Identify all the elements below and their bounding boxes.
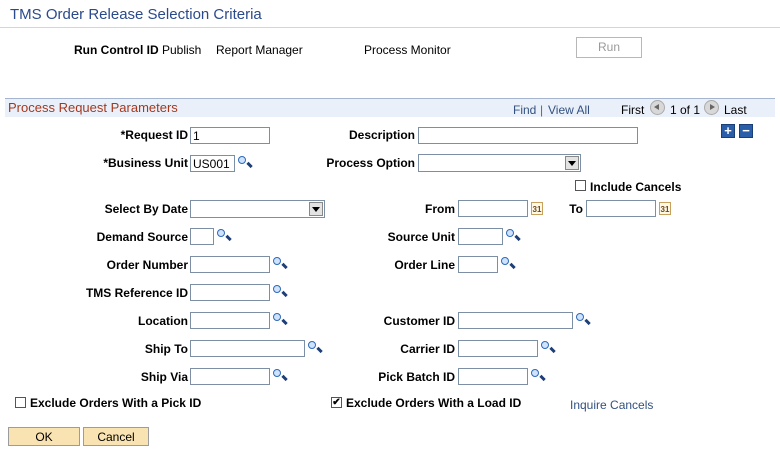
delete-row-button[interactable]: − [739,124,753,138]
exclude-pick-id-checkbox[interactable] [15,397,26,408]
source-unit-label: Source Unit [387,230,455,244]
demand-source-input[interactable] [190,228,214,245]
request-id-label: *Request ID [120,128,188,142]
order-line-lookup-icon[interactable] [500,256,516,271]
business-unit-input[interactable]: US001 [190,155,235,172]
from-date-input[interactable] [458,200,528,217]
run-control-label: Run Control ID [74,43,159,57]
process-monitor-link[interactable]: Process Monitor [364,43,451,57]
order-line-label: Order Line [394,258,455,272]
next-row-icon[interactable] [704,100,719,115]
minus-icon: − [742,123,750,138]
carrier-id-lookup-icon[interactable] [540,340,556,355]
from-label: From [425,202,455,216]
tms-reference-id-label: TMS Reference ID [85,286,188,300]
nav-separator: | [540,103,544,117]
process-option-label: Process Option [326,156,415,170]
previous-row-icon[interactable] [650,100,665,115]
customer-id-label: Customer ID [383,314,455,328]
customer-id-input[interactable] [458,312,573,329]
order-number-input[interactable] [190,256,270,273]
description-input[interactable] [418,127,638,144]
tms-reference-id-lookup-icon[interactable] [272,284,288,299]
ship-to-input[interactable] [190,340,305,357]
carrier-id-input[interactable] [458,340,538,357]
page-title: TMS Order Release Selection Criteria [10,6,262,23]
checkmark-icon: ✔ [332,397,341,408]
to-label: To [569,202,583,216]
pick-batch-id-label: Pick Batch ID [378,370,455,384]
demand-source-label: Demand Source [96,230,188,244]
title-divider [0,27,780,28]
select-by-date-select[interactable] [190,200,325,218]
demand-source-lookup-icon[interactable] [216,228,232,243]
source-unit-input[interactable] [458,228,503,245]
exclude-pick-id-label: Exclude Orders With a Pick ID [30,396,202,410]
inquire-cancels-link[interactable]: Inquire Cancels [570,398,653,412]
order-number-lookup-icon[interactable] [272,256,288,271]
row-counter: 1 of 1 [670,103,701,117]
business-unit-label: *Business Unit [103,156,188,170]
to-date-input[interactable] [586,200,656,217]
add-row-button[interactable]: + [721,124,735,138]
carrier-id-label: Carrier ID [400,342,455,356]
location-lookup-icon[interactable] [272,312,288,327]
business-unit-lookup-icon[interactable] [237,155,253,170]
include-cancels-checkbox[interactable] [575,180,586,191]
first-label: First [621,103,645,117]
chevron-down-icon [309,202,323,216]
plus-icon: + [724,123,732,138]
location-label: Location [138,314,188,328]
order-number-label: Order Number [106,258,188,272]
select-by-date-label: Select By Date [104,202,188,216]
ok-button[interactable]: OK [8,427,80,446]
ship-via-label: Ship Via [140,370,188,384]
ship-to-label: Ship To [144,342,188,356]
order-line-input[interactable] [458,256,498,273]
exclude-load-id-checkbox[interactable]: ✔ [331,397,342,408]
find-link[interactable]: Find [513,103,536,117]
ship-to-lookup-icon[interactable] [307,340,323,355]
include-cancels-label: Include Cancels [590,180,682,194]
view-all-link[interactable]: View All [548,103,590,117]
report-manager-link[interactable]: Report Manager [216,43,303,57]
process-option-select[interactable] [418,154,581,172]
last-label: Last [724,103,747,117]
request-id-input[interactable]: 1 [190,127,270,144]
customer-id-lookup-icon[interactable] [575,312,591,327]
location-input[interactable] [190,312,270,329]
pick-batch-id-input[interactable] [458,368,528,385]
run-button[interactable]: Run [576,37,642,58]
chevron-down-icon [565,156,579,170]
source-unit-lookup-icon[interactable] [505,228,521,243]
group-title: Process Request Parameters [8,100,178,115]
calendar-icon[interactable]: 31 [531,202,543,215]
description-label: Description [348,128,415,142]
pick-batch-id-lookup-icon[interactable] [530,368,546,383]
tms-reference-id-input[interactable] [190,284,270,301]
exclude-load-id-label: Exclude Orders With a Load ID [346,396,522,410]
ship-via-input[interactable] [190,368,270,385]
calendar-icon[interactable]: 31 [659,202,671,215]
ship-via-lookup-icon[interactable] [272,368,288,383]
publish-label: Publish [162,43,202,57]
cancel-button[interactable]: Cancel [83,427,149,446]
